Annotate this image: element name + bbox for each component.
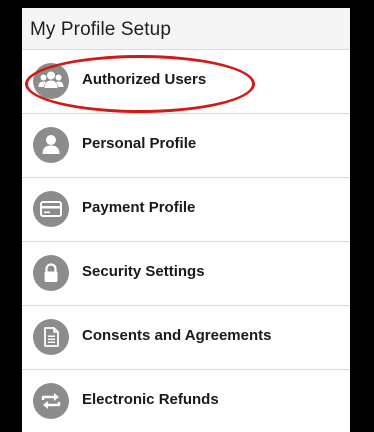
- credit-card-icon: [33, 191, 69, 227]
- menu-item-label: Security Settings: [82, 263, 205, 280]
- menu-item-security-settings[interactable]: Security Settings: [22, 242, 350, 306]
- menu-item-label: Authorized Users: [82, 71, 207, 88]
- page-title: My Profile Setup: [30, 19, 171, 40]
- menu-item-label: Electronic Refunds: [82, 391, 219, 408]
- profile-setup-panel: My Profile Setup Authorized Users Person…: [22, 8, 350, 432]
- menu-item-consents-agreements[interactable]: Consents and Agreements: [22, 306, 350, 370]
- document-icon: [33, 319, 69, 355]
- menu-item-personal-profile[interactable]: Personal Profile: [22, 114, 350, 178]
- refund-arrows-icon: [33, 383, 69, 419]
- menu-item-electronic-refunds[interactable]: Electronic Refunds: [22, 370, 350, 432]
- person-icon: [33, 127, 69, 163]
- menu-item-label: Payment Profile: [82, 199, 196, 216]
- menu-item-payment-profile[interactable]: Payment Profile: [22, 178, 350, 242]
- menu-item-label: Consents and Agreements: [82, 327, 272, 344]
- lock-icon: [33, 255, 69, 291]
- panel-header: My Profile Setup: [22, 8, 350, 50]
- menu-item-label: Personal Profile: [82, 135, 197, 152]
- menu-item-authorized-users[interactable]: Authorized Users: [22, 50, 350, 114]
- users-group-icon: [33, 63, 69, 99]
